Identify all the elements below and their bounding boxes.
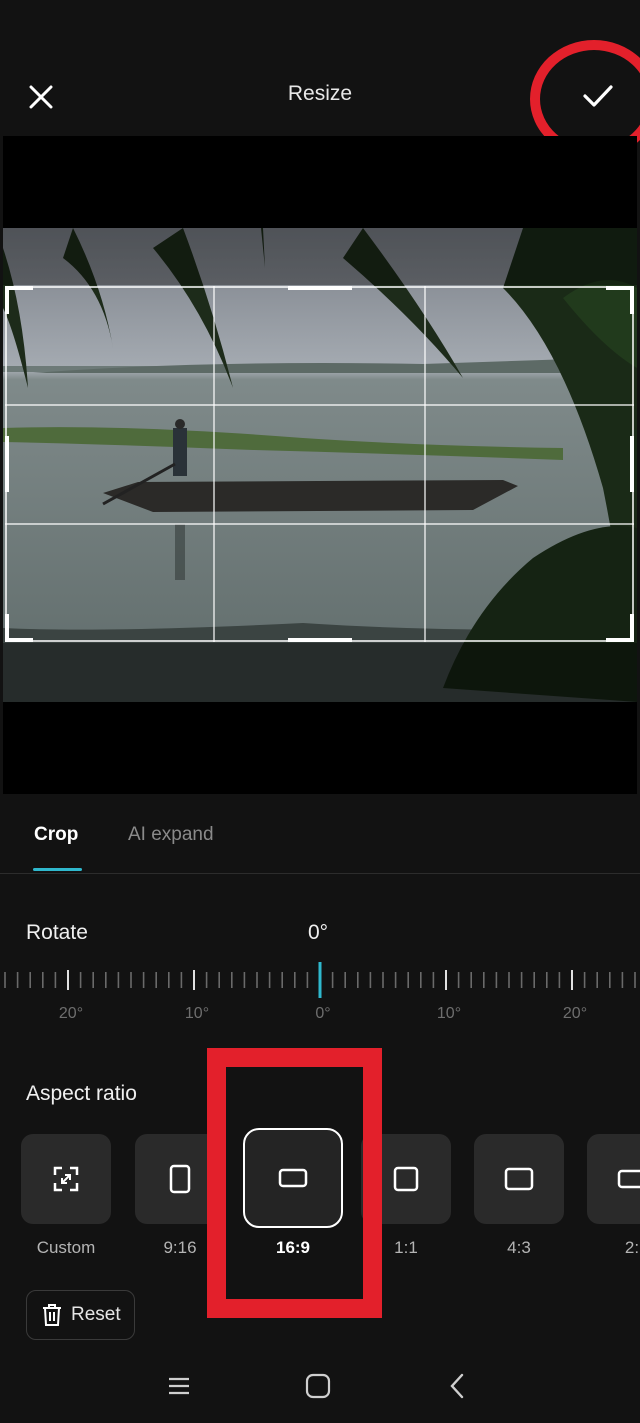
- recents-button[interactable]: [159, 1368, 199, 1404]
- portrait-rect-icon: [169, 1164, 191, 1194]
- ruler-tick-label: 10°: [185, 1005, 209, 1022]
- ratio-1-1[interactable]: 1:1: [361, 1134, 451, 1258]
- tab-crop[interactable]: Crop: [34, 824, 78, 846]
- crop-frame[interactable]: [5, 286, 634, 642]
- landscape-rect-icon: [617, 1169, 640, 1189]
- ruler-tick-label: 20°: [563, 1005, 587, 1022]
- rotate-label: Rotate: [26, 921, 88, 944]
- landscape-rect-icon: [504, 1167, 534, 1191]
- ratio-16-9[interactable]: 16:9: [243, 1128, 343, 1258]
- ratio-4-3[interactable]: 4:3: [474, 1134, 564, 1258]
- edit-tabs: Crop AI expand: [0, 808, 640, 874]
- custom-crop-icon: [53, 1166, 79, 1192]
- ratio-label: Custom: [36, 1238, 96, 1257]
- landscape-rect-icon: [278, 1168, 308, 1188]
- top-bar: Resize: [0, 56, 640, 136]
- ruler-tick-label: 10°: [437, 1005, 461, 1022]
- home-square-icon: [305, 1373, 331, 1399]
- tab-ai-expand[interactable]: AI expand: [128, 824, 214, 846]
- rotate-value: 0°: [308, 921, 329, 944]
- checkmark-icon: [583, 85, 613, 107]
- reset-label: Reset: [71, 1304, 121, 1325]
- back-chevron-icon: [450, 1373, 464, 1399]
- ratio-custom[interactable]: Custom: [21, 1134, 111, 1258]
- page-title: Resize: [287, 82, 353, 105]
- ratio-2[interactable]: 2:: [587, 1134, 640, 1258]
- rotate-ruler[interactable]: 20° 10° 0° 10° 20°: [0, 960, 640, 1030]
- ratio-label: 1:1: [394, 1238, 418, 1257]
- ratio-partial-clip: 2:: [587, 1134, 640, 1264]
- system-nav-bar: [0, 1350, 640, 1423]
- reset-button[interactable]: Reset: [26, 1290, 135, 1340]
- status-bar: [0, 0, 640, 56]
- ratio-label: 16:9: [275, 1238, 311, 1257]
- ratio-label: 9:16: [163, 1238, 197, 1257]
- ratio-label: 4:3: [507, 1238, 531, 1257]
- ratio-label: 2:: [624, 1238, 640, 1257]
- trash-icon: [43, 1304, 61, 1326]
- ruler-tick-label: 0°: [315, 1005, 330, 1022]
- square-icon: [393, 1166, 419, 1192]
- home-button[interactable]: [298, 1368, 338, 1404]
- confirm-button[interactable]: [572, 72, 624, 120]
- menu-lines-icon: [169, 1377, 189, 1395]
- active-tab-indicator: [33, 868, 82, 871]
- aspect-ratio-label: Aspect ratio: [26, 1082, 137, 1105]
- back-button[interactable]: [437, 1368, 477, 1404]
- ratio-9-16[interactable]: 9:16: [135, 1134, 225, 1258]
- ruler-tick-label: 20°: [59, 1005, 83, 1022]
